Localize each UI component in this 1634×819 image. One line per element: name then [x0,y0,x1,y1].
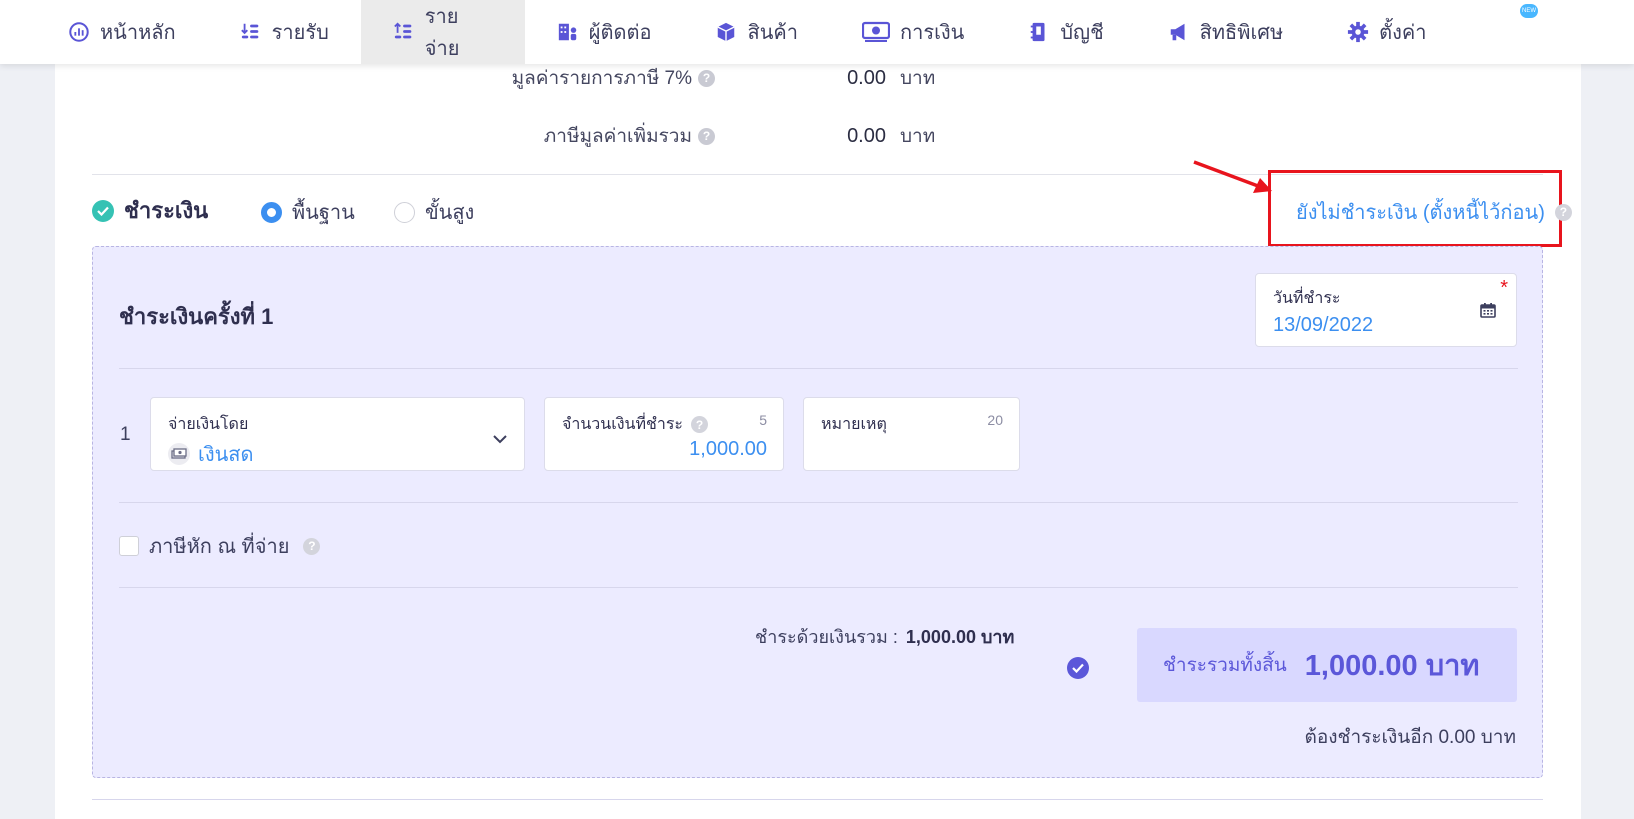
calendar-icon[interactable] [1480,302,1496,318]
nav-item-label: การเงิน [899,22,965,44]
check-circle-icon [92,199,114,222]
payment-row-number: 1 [120,424,131,445]
note-field[interactable]: หมายเหตุ 20 [803,397,1020,471]
book-icon [1028,21,1050,43]
amount-char-counter: 5 [759,412,767,428]
installment-title: ชำระเงินครั้งที่ 1 [119,304,274,329]
grand-total-value: 1,000.00 บาท [1304,650,1480,682]
vat-rate-label: มูลค่ารายการภาษี 7% [511,68,692,89]
nav-item-income[interactable]: รายรับ [208,0,361,64]
new-badge: NEW [1520,4,1538,18]
section-divider [92,799,1543,800]
panel-divider [119,368,1518,369]
withholding-tax-checkbox[interactable] [119,536,139,556]
remaining-amount: ต้องชำระเงินอีก 0.00 บาท [1304,727,1516,748]
unpaid-set-debt-link[interactable]: ยังไม่ชำระเงิน (ตั้งหนี้ไว้ก่อน) ? [1296,196,1572,228]
payment-method-label: จ่ายเงินโดย [168,416,249,433]
vat-rate-unit: บาท [900,68,936,89]
payment-method-value: เงินสด [198,444,254,466]
income-icon [240,21,262,43]
withholding-tax-label: ภาษีหัก ณ ที่จ่าย [149,536,290,558]
dashboard-icon [68,21,90,43]
nav-item-label: สิทธิพิเศษ [1199,22,1284,44]
nav-item-expense[interactable]: รายจ่าย [360,0,525,64]
payment-sum-line: ชำระด้วยเงินรวม : 1,000.00 บาท [755,622,1014,651]
payment-sum-label: ชำระด้วยเงินรวม : [755,627,898,647]
payment-amount-value[interactable]: 1,000.00 [689,438,767,461]
check-circle-icon [1067,657,1089,679]
nav-item-label: บัญชี [1060,22,1104,44]
payment-date-label: วันที่ชำระ [1273,290,1341,307]
required-mark: * [1500,277,1508,299]
payment-method-select[interactable]: จ่ายเงินโดย เงินสด [150,397,525,471]
chevron-down-icon[interactable] [492,434,508,444]
payment-date-value[interactable]: 13/09/2022 [1273,314,1373,337]
payment-amount-field[interactable]: จำนวนเงินที่ชำระ ? 5 1,000.00 [544,397,784,471]
panel-divider [119,502,1518,503]
nav-item-products[interactable]: สินค้า [683,0,830,64]
grand-total-label: ชำระรวมทั้งสิ้น [1163,655,1287,676]
unpaid-link-label[interactable]: ยังไม่ชำระเงิน (ตั้งหนี้ไว้ก่อน) [1296,196,1545,228]
vat-total-unit: บาท [900,126,936,147]
payment-header: ชำระเงิน [92,193,208,228]
product-box-icon [715,21,737,43]
top-navigation: หน้าหลัก รายรับ รายจ่าย ผู้ติดต่อ สินค้า… [0,0,1634,64]
nav-item-label: ตั้งค่า [1379,22,1427,44]
vat-rate-row: มูลค่ารายการภาษี 7% ? 0.00 บาท [0,64,1634,92]
radio-advanced-indicator[interactable] [394,201,415,223]
help-icon[interactable]: ? [698,69,715,87]
payment-date-field[interactable]: วันที่ชำระ * 13/09/2022 [1255,273,1517,347]
nav-item-label: หน้าหลัก [100,22,176,44]
panel-divider [119,587,1518,588]
note-char-counter: 20 [987,412,1003,428]
nav-item-privileges[interactable]: สิทธิพิเศษ [1136,0,1316,64]
vat-total-value: 0.00 [847,124,886,147]
nav-item-label: ผู้ติดต่อ [588,22,652,44]
contacts-icon [557,21,579,43]
cash-icon [168,443,190,465]
money-icon [861,21,890,43]
expense-icon [393,21,415,43]
help-icon[interactable]: ? [698,127,715,145]
nav-item-home[interactable]: หน้าหลัก [36,0,208,64]
annotation-arrow-icon [1193,160,1272,193]
nav-item-finance[interactable]: การเงิน [830,0,996,64]
nav-item-contacts[interactable]: ผู้ติดต่อ [525,0,684,64]
nav-item-label: สินค้า [747,22,798,44]
vat-rate-value: 0.00 [847,66,886,89]
radio-basic[interactable]: พื้นฐาน [261,196,355,228]
nav-item-label: รายรับ [271,22,329,44]
gear-icon [1347,21,1369,43]
payment-amount-label: จำนวนเงินที่ชำระ [562,416,684,433]
vat-total-row: ภาษีมูลค่าเพิ่มรวม ? 0.00 บาท [0,122,1634,150]
megaphone-icon [1168,21,1190,43]
vat-total-label: ภาษีมูลค่าเพิ่มรวม [543,126,692,147]
payment-sum-value: 1,000.00 บาท [905,627,1015,647]
payment-panel: ชำระเงินครั้งที่ 1 วันที่ชำระ * 13/09/20… [92,246,1543,778]
nav-item-label: รายจ่าย [424,6,460,60]
grand-total-box: ชำระรวมทั้งสิ้น 1,000.00 บาท [1137,628,1517,702]
help-icon[interactable]: ? [691,416,709,433]
help-icon[interactable]: ? [303,537,321,555]
nav-item-accounting[interactable]: บัญชี [996,0,1135,64]
withholding-tax-option[interactable]: ภาษีหัก ณ ที่จ่าย ? [119,530,321,562]
payment-title: ชำระเงิน [124,198,209,223]
radio-basic-indicator[interactable] [261,201,282,223]
radio-advanced[interactable]: ขั้นสูง [394,196,474,228]
radio-advanced-label: ขั้นสูง [425,202,475,224]
nav-item-settings[interactable]: ตั้งค่า [1315,0,1458,64]
help-icon[interactable]: ? [1554,203,1572,221]
note-label: หมายเหตุ [821,416,887,433]
radio-basic-label: พื้นฐาน [292,202,355,224]
